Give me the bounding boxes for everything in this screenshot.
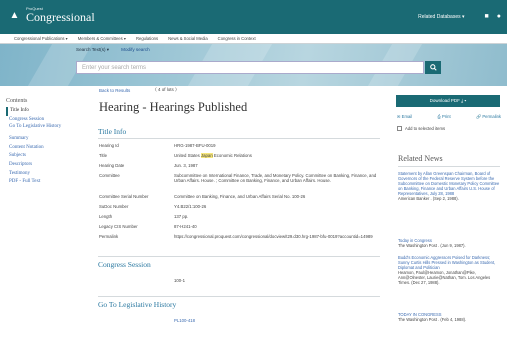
main-nav: Congressional Publications ▾ Members & C… — [0, 34, 507, 44]
permalink-value[interactable]: https://congressional.proquest.com/congr… — [174, 234, 379, 239]
related-news-title: Related News — [398, 154, 443, 163]
field-value: United States Japan Economic Relations — [174, 152, 252, 158]
add-selected-checkbox[interactable] — [397, 126, 402, 131]
modify-search-link[interactable]: Modify search — [121, 47, 150, 53]
related-news-source: American Banker . (Sep 2, 1988). — [398, 196, 459, 202]
top-bar: ▲ ProQuest Congressional Related Databas… — [0, 0, 507, 34]
sidebar-item-content-notation[interactable]: Content Notation — [6, 144, 86, 153]
congress-session-value: 100-1 — [174, 278, 185, 283]
logo-brand-small: ProQuest — [26, 6, 43, 11]
related-news-source: Heamon, Paul@Heamon, Jonathan@Pike, Ann@… — [398, 270, 491, 286]
related-news-item: Budd's Economic Aggressors Poised for Da… — [398, 255, 500, 286]
sidebar-item-testimony[interactable]: Testimony — [6, 170, 86, 179]
related-news-link[interactable]: Budd's Economic Aggressors Poised for Da… — [398, 255, 500, 270]
logo[interactable]: ▲ ProQuest Congressional — [8, 6, 95, 24]
sidebar-item-legislative-history[interactable]: Go To Legislative History — [6, 124, 86, 135]
nav-news-social-media[interactable]: News & Social Media — [168, 36, 208, 41]
contents-sidebar: Contents Title Info Congress Session Go … — [6, 98, 86, 187]
divider — [98, 138, 380, 139]
record-main: Back to Results 〈 4 of lots 〉 Hearing - … — [94, 86, 384, 352]
print-button[interactable]: ⎙ Print — [438, 114, 451, 120]
title-info-heading: Title Info — [98, 127, 127, 136]
email-button[interactable]: ✉ Email — [397, 114, 412, 120]
sidebar-item-subjects[interactable]: Subjects — [6, 152, 86, 161]
folder-icon[interactable]: ■ — [485, 13, 489, 20]
search-icon — [429, 64, 437, 71]
field-value: HRG-1987-BFU-0019 — [174, 142, 216, 148]
sidebar-item-descriptors[interactable]: Descriptors — [6, 161, 86, 170]
logo-icon: ▲ — [9, 9, 20, 21]
field-label: Legacy CIS Number — [99, 224, 138, 229]
sidebar-item-summary[interactable]: Summary — [6, 135, 86, 144]
related-databases-menu[interactable]: Related Databases ▾ — [418, 14, 464, 20]
legislative-history-link[interactable]: PL100-418 — [174, 318, 379, 323]
related-news-source: The Washington Post . (Jun 9, 1987). — [398, 243, 466, 249]
field-label: Permalink — [99, 234, 119, 239]
logo-brand: Congressional — [26, 10, 95, 24]
sidebar-item-title-info[interactable]: Title Info — [6, 107, 86, 116]
download-pdf-button[interactable]: Download PDF ⤓ ▾ — [396, 95, 500, 107]
related-news-item: Today in Congress The Washington Post . … — [398, 238, 500, 248]
nav-congress-in-context[interactable]: Congress in Context — [218, 36, 256, 41]
field-value: 137 pp. — [174, 213, 189, 219]
divider — [398, 166, 500, 167]
search-highlight: Japan — [201, 152, 213, 158]
sidebar-item-pdf-full-text[interactable]: PDF - Full Text — [6, 178, 86, 187]
nav-congressional-publications[interactable]: Congressional Publications ▾ — [14, 36, 68, 41]
related-news-source: The Washington Post . (Feb 4, 1988). — [398, 317, 467, 323]
field-value: Y4.B22/1:100-26 — [174, 203, 207, 209]
field-label: Committee — [99, 173, 120, 178]
divider — [98, 296, 380, 297]
account-icon[interactable]: ● — [497, 13, 501, 20]
field-value: Subcommittee on International Finance, T… — [174, 172, 377, 183]
search-button[interactable] — [425, 61, 441, 74]
field-label: Committee Serial Number — [99, 194, 149, 199]
search-text-dropdown[interactable]: Search Text(s) ▾ — [76, 47, 109, 53]
divider — [98, 256, 380, 257]
field-value: 87-H241-40 — [174, 223, 197, 229]
right-column: Download PDF ⤓ ▾ ✉ Email ⎙ Print 🔗 Perma… — [396, 86, 501, 352]
sidebar-item-congress-session[interactable]: Congress Session — [6, 116, 86, 125]
field-label: Length — [99, 214, 113, 219]
content-area: Contents Title Info Congress Session Go … — [0, 86, 507, 352]
field-value: Committee on Banking, Finance, and Urban… — [174, 193, 306, 199]
page-title: Hearing - Hearings Published — [99, 100, 248, 114]
contents-title: Contents — [6, 98, 28, 104]
field-label: Title — [99, 153, 107, 158]
page: ▲ ProQuest Congressional Related Databas… — [0, 0, 507, 352]
back-to-results-link[interactable]: Back to Results — [99, 88, 130, 93]
search-placeholder: Enter your search terms — [82, 65, 147, 71]
related-news-item: TODAY IN CONGRESS The Washington Post . … — [398, 312, 500, 322]
congress-session-heading: Congress Session — [98, 260, 151, 269]
field-label: SuDoc Number — [99, 204, 129, 209]
search-banner: Search Text(s) ▾ Modify search Enter you… — [0, 44, 507, 86]
permalink-button[interactable]: 🔗 Permalink — [476, 114, 501, 120]
related-news-link[interactable]: Statement by Allan Greenspan Chairman, B… — [398, 171, 500, 196]
nav-members-committees[interactable]: Members & Committees ▾ — [78, 36, 126, 41]
field-value: Jun. 3, 1987 — [174, 162, 198, 168]
nav-regulations[interactable]: Regulations — [136, 36, 158, 41]
add-selected-label: Add to selected items — [405, 126, 446, 131]
result-pager[interactable]: 〈 4 of lots 〉 — [152, 87, 179, 93]
field-label: Hearing Id — [99, 143, 119, 148]
legislative-history-heading: Go To Legislative History — [98, 300, 177, 309]
related-news-item: Statement by Allan Greenspan Chairman, B… — [398, 171, 500, 202]
search-input[interactable]: Enter your search terms — [76, 61, 424, 74]
field-label: Hearing Date — [99, 163, 125, 168]
